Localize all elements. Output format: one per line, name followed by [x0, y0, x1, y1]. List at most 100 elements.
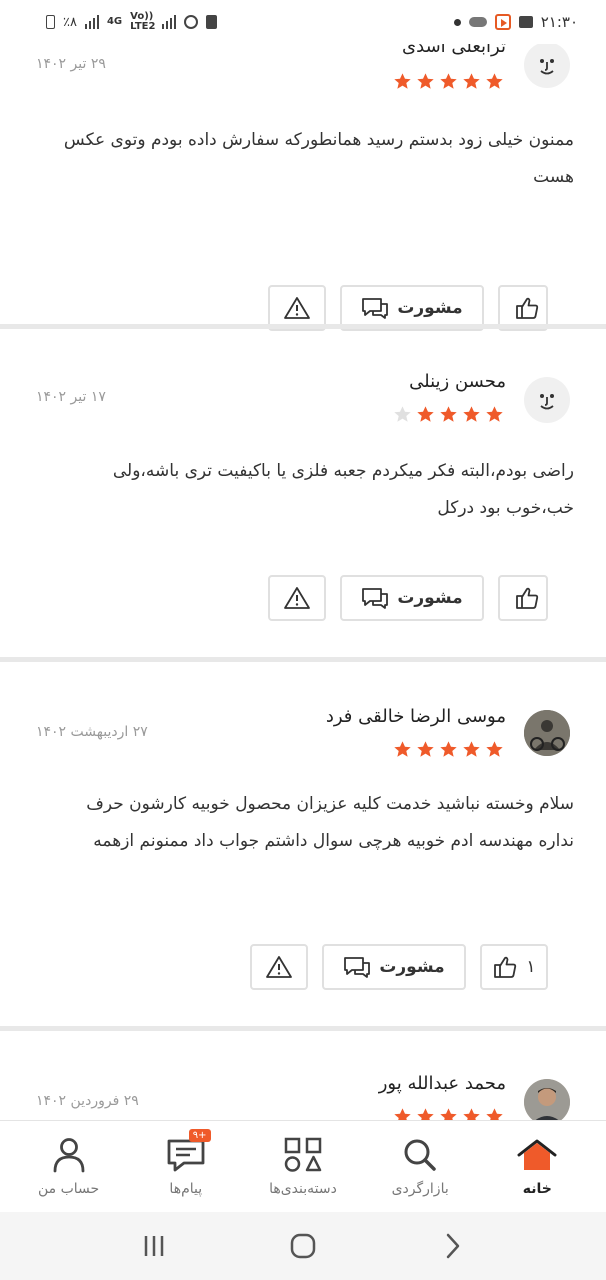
search-icon [404, 1139, 436, 1171]
thumbs-up-icon [516, 297, 539, 319]
star-filled-icon [463, 741, 480, 757]
status-right: ۲۱:۳۰ [453, 13, 578, 31]
like-button[interactable]: ۱ [480, 944, 548, 990]
warning-icon [284, 297, 310, 319]
reviewer-name: محسن زینلی [409, 371, 506, 392]
star-filled-icon [417, 741, 434, 757]
consult-label: مشورت [397, 588, 463, 608]
home-icon [517, 1139, 557, 1170]
star-filled-icon [486, 1108, 503, 1120]
star-filled-icon [394, 73, 411, 89]
clock: ۲۱:۳۰ [540, 13, 578, 31]
review-date: ۲۹ فروردین ۱۴۰۲ [36, 1093, 139, 1109]
system-nav-bar [0, 1212, 606, 1280]
review-text: راضی بودم،البته فکر میکردم جعبه فلزی یا … [112, 461, 574, 518]
avatar [524, 1079, 570, 1120]
review-actions: مشورت [268, 575, 548, 621]
smiley-avatar-icon [540, 394, 554, 410]
star-filled-icon [417, 1108, 434, 1120]
review-text: سلام وخسته نباشید خدمت کلیه عزیزان محصول… [86, 794, 574, 851]
chat-icon [167, 1139, 205, 1171]
review-card: ترابعلی اسدی ۲۹ تیر ۱۴۰۲ ممنون خیلی زود … [0, 44, 606, 370]
battery-icon [46, 15, 55, 29]
review-text: ممنون خیلی زود بدستم رسید همانطورکه سفار… [63, 130, 574, 187]
review-actions: ۱ مشورت [250, 944, 548, 990]
warning-icon [266, 956, 292, 978]
star-filled-icon [486, 406, 503, 422]
rating-stars [393, 1107, 504, 1120]
battery-percent: ٪۸ [63, 14, 77, 30]
back-icon[interactable] [437, 1231, 467, 1261]
nav-item-categories[interactable]: دسته‌بندی‌ها [248, 1137, 358, 1197]
nav-label: خانه [522, 1180, 552, 1197]
network-type: 4G [106, 16, 123, 27]
signal-icon [84, 15, 99, 29]
star-filled-icon [440, 1108, 457, 1120]
unread-badge: ۹+ [188, 1128, 211, 1142]
report-button[interactable] [268, 575, 326, 621]
like-button[interactable] [498, 575, 548, 621]
nav-label: بازارگردی [391, 1180, 449, 1197]
status-bar: ٪۸ 4G Vo)) LTE2 ۲۱:۳۰ [0, 0, 606, 44]
review-date: ۲۹ تیر ۱۴۰۲ [36, 56, 106, 72]
consult-button[interactable]: مشورت [322, 944, 466, 990]
consult-label: مشورت [397, 298, 463, 318]
smiley-avatar-icon [540, 59, 554, 75]
alarm-icon [184, 15, 199, 29]
person-icon [53, 1137, 84, 1172]
recycle-icon [206, 15, 218, 29]
report-button[interactable] [250, 944, 308, 990]
nav-label: حساب من [37, 1180, 100, 1197]
avatar [524, 44, 570, 88]
cloud-icon [468, 17, 487, 27]
nav-item-account[interactable]: حساب من [14, 1137, 124, 1197]
reviews-feed[interactable]: ترابعلی اسدی ۲۹ تیر ۱۴۰۲ ممنون خیلی زود … [0, 44, 606, 1120]
chat-bubbles-icon [362, 588, 389, 609]
star-filled-icon [486, 73, 503, 89]
gallery-icon [518, 16, 533, 28]
avatar [524, 710, 570, 756]
nav-item-explore[interactable]: بازارگردی [365, 1137, 475, 1197]
review-card: محسن زینلی ۱۷ تیر ۱۴۰۲ راضی بودم،البته ف… [0, 329, 606, 659]
review-card: موسی الرضا خالقی فرد ۲۷ اردیبهشت ۱۴۰۲ سل… [0, 662, 606, 1028]
nav-item-home[interactable]: خانه [482, 1137, 592, 1197]
nav-label: پیام‌ها [169, 1180, 203, 1197]
star-filled-icon [486, 741, 503, 757]
reviewer-name: موسی الرضا خالقی فرد [325, 706, 506, 727]
consult-button[interactable]: مشورت [340, 575, 484, 621]
star-filled-icon [440, 73, 457, 89]
star-filled-icon [417, 406, 434, 422]
star-filled-icon [463, 73, 480, 89]
notification-dot-icon [453, 18, 461, 26]
rating-stars [393, 405, 504, 424]
rating-stars [393, 72, 504, 91]
star-filled-icon [440, 406, 457, 422]
reviewer-name: محمد عبدالله پور [378, 1073, 506, 1094]
nav-item-messages[interactable]: ۹+ پیام‌ها [131, 1128, 241, 1197]
thumbs-up-icon [516, 587, 539, 609]
star-filled-icon [440, 741, 457, 757]
review-date: ۱۷ تیر ۱۴۰۲ [36, 389, 106, 405]
like-count: ۱ [526, 957, 536, 977]
chat-bubbles-icon [362, 298, 389, 319]
star-filled-icon [394, 1108, 411, 1120]
review-date: ۲۷ اردیبهشت ۱۴۰۲ [36, 724, 148, 740]
recorder-icon [494, 14, 511, 30]
consult-label: مشورت [379, 957, 445, 977]
user-photo-icon [524, 710, 570, 756]
star-filled-icon [394, 741, 411, 757]
rating-stars [393, 740, 504, 759]
status-left: ٪۸ 4G Vo)) LTE2 [46, 12, 218, 32]
thumbs-up-icon [494, 956, 517, 978]
bottom-nav: خانه بازارگردی دسته‌بندی‌ها ۹+ پیام‌ها ح… [0, 1120, 606, 1212]
review-card: محمد عبدالله پور ۲۹ فروردین ۱۴۰۲ [0, 1031, 606, 1120]
star-empty-icon [394, 406, 411, 422]
signal-icon-2 [162, 15, 177, 29]
recent-apps-icon[interactable] [139, 1233, 169, 1259]
star-filled-icon [463, 406, 480, 422]
warning-icon [284, 587, 310, 609]
star-filled-icon [417, 73, 434, 89]
reviewer-name: ترابعلی اسدی [402, 44, 506, 57]
home-button-icon[interactable] [288, 1231, 318, 1261]
nav-label: دسته‌بندی‌ها [269, 1180, 337, 1197]
